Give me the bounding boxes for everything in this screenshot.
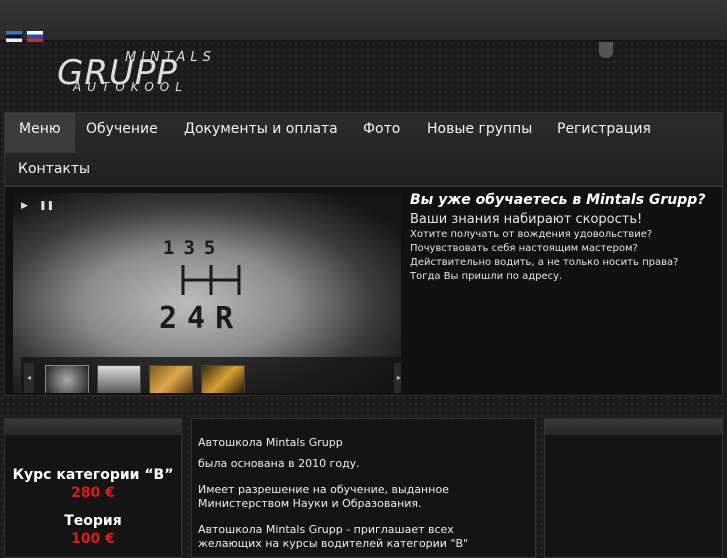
thumbnail-3[interactable] [149, 365, 193, 393]
about-line: Автошкола Mintals Grupp - приглашает все… [198, 523, 454, 536]
course-title: Курс категории “B” [12, 467, 174, 483]
about-line: Автошкола Mintals Grupp [198, 436, 343, 449]
thumbnail-strip: ◂ ▸ [21, 357, 401, 393]
main-nav: Меню Обучение Документы и оплата Фото Но… [4, 112, 723, 186]
slide-subtitle: Ваши знания набирают скорость! [410, 212, 643, 227]
price-column: Курс категории “B” 280 € Теория 100 € [4, 418, 182, 558]
slide-title: Вы уже обучаетесь в Mintals Grupp? [410, 192, 706, 208]
nav-item-new-groups[interactable]: Новые группы [427, 119, 532, 139]
site-logo[interactable]: MINTALS GRUPP AUTOKOOL [57, 50, 232, 95]
thumbnail-1[interactable] [45, 365, 89, 393]
hero-slider: ▶ ❚❚ 135 24R ◂ ▸ Вы уже обучаетесь в Min… [4, 186, 723, 396]
about-line: была основана в 2010 году. [198, 457, 360, 470]
slide-line: Действительно водить, а не только носить… [410, 257, 679, 268]
gear-pattern-icon [181, 265, 241, 295]
gear-numbers-top: 135 [163, 237, 225, 259]
course-price: 280 € [71, 485, 115, 501]
column-header [545, 419, 722, 435]
slide-line: Тогда Вы пришли по адресу. [410, 271, 563, 282]
thumbnail-2[interactable] [97, 365, 141, 393]
right-column [544, 418, 723, 558]
russian-flag-icon[interactable] [27, 31, 43, 42]
nav-item-registration[interactable]: Регистрация [557, 119, 651, 139]
top-tab-handle[interactable] [599, 42, 613, 58]
slide-line: Почувствовать себя настоящим мастером? [410, 243, 638, 254]
theory-title: Теория [64, 513, 122, 529]
about-line: Имеет разрешение на обучение, выданное [198, 483, 449, 496]
nav-item-documents[interactable]: Документы и оплата [184, 119, 338, 139]
gear-shift-image: ▶ ❚❚ 135 24R ◂ ▸ [13, 193, 401, 393]
slide-line: Хотите получать от вождения удовольствие… [410, 229, 653, 240]
gear-numbers-bottom: 24R [159, 301, 244, 336]
about-line: Министерством Науки и Образования. [198, 497, 422, 510]
nav-item-menu[interactable]: Меню [5, 113, 75, 153]
about-line: желающих на курсы водителей категории "B… [198, 537, 469, 550]
top-bar [0, 0, 727, 41]
thumbs-next-icon[interactable]: ▸ [394, 363, 401, 393]
nav-item-training[interactable]: Обучение [86, 119, 158, 139]
thumbnail-4[interactable] [201, 365, 245, 393]
play-icon[interactable]: ▶ [21, 201, 28, 211]
logo-sub-text: AUTOKOOL [73, 80, 188, 94]
pause-icon[interactable]: ❚❚ [39, 201, 54, 211]
estonian-flag-icon[interactable] [6, 31, 22, 42]
thumbs-prev-icon[interactable]: ◂ [24, 363, 34, 393]
column-header [5, 419, 181, 435]
about-column: Автошкола Mintals Grupp была основана в … [191, 418, 536, 558]
nav-item-photo[interactable]: Фото [363, 119, 400, 139]
nav-item-contacts[interactable]: Контакты [18, 159, 90, 179]
